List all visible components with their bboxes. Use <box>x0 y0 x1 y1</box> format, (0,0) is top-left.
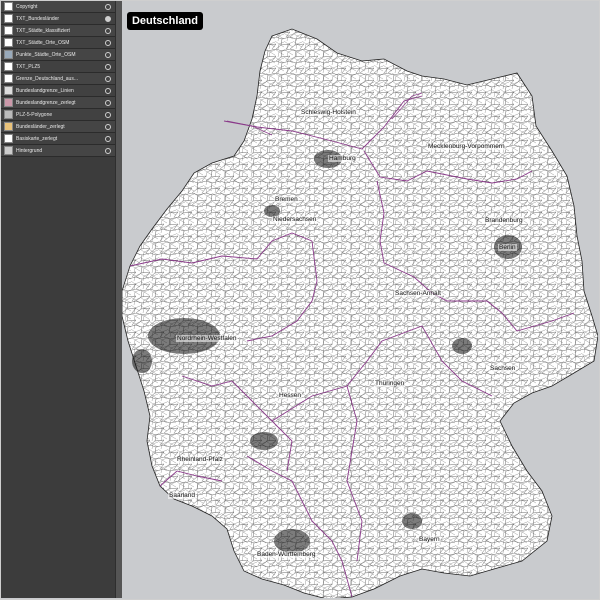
layer-thumbnail <box>4 122 13 131</box>
layer-thumbnail <box>4 62 13 71</box>
state-label-nordrhein-westfalen: Nordrhein-Westfalen <box>176 335 238 342</box>
state-label-thueringen: Thüringen <box>374 380 406 387</box>
state-label-mecklenburg-vorpommern: Mecklenburg-Vorpommern <box>427 143 506 150</box>
layer-thumbnail <box>4 134 13 143</box>
layer-name: Bundeslandgrenze_zerlegt <box>16 99 76 106</box>
state-label-saarland: Saarland <box>168 492 197 499</box>
layer-thumbnail <box>4 110 13 119</box>
layer-row-grenze-deutschland[interactable]: Grenze_Deutschland_aus... <box>1 73 115 85</box>
state-label-baden-wuerttemberg: Baden-Württemberg <box>256 551 317 558</box>
layer-thumbnail <box>4 26 13 35</box>
layer-row-punkte-staedte[interactable]: Punkte_Städte_Orte_OSM <box>1 49 115 61</box>
state-label-niedersachsen: Niedersachsen <box>272 216 318 223</box>
visibility-toggle-icon[interactable] <box>105 27 111 34</box>
layer-name: Grenze_Deutschland_aus... <box>16 75 78 82</box>
layer-row-bundeslaender-zerlegt[interactable]: Bundesländer_zerlegt <box>1 121 115 133</box>
visibility-toggle-icon[interactable] <box>105 15 111 22</box>
map-canvas[interactable]: Schleswig-Holstein Hamburg Mecklenburg-V… <box>122 1 598 598</box>
visibility-toggle-icon[interactable] <box>105 75 111 82</box>
layer-thumbnail <box>4 146 13 155</box>
layers-panel: Copyright TXT_Bundesländer TXT_Städte_kl… <box>1 1 116 598</box>
layer-name: Hintergrund <box>16 147 43 154</box>
layer-row-basiskarte-zerlegt[interactable]: Basiskarte_zerlegt <box>1 133 115 145</box>
visibility-toggle-icon[interactable] <box>105 111 111 118</box>
layer-name: Copyright <box>16 3 38 10</box>
visibility-toggle-icon[interactable] <box>105 51 111 58</box>
state-label-rheinland-pfalz: Rheinland-Pfalz <box>176 456 224 463</box>
layers-panel-scrollbar[interactable] <box>115 1 122 598</box>
layer-row-copyright[interactable]: Copyright <box>1 1 115 13</box>
layer-thumbnail <box>4 50 13 59</box>
state-label-sachsen: Sachsen <box>489 365 517 372</box>
visibility-toggle-icon[interactable] <box>105 135 111 142</box>
layer-row-bundeslandgrenze-zerlegt[interactable]: Bundeslandgrenze_zerlegt <box>1 97 115 109</box>
visibility-toggle-icon[interactable] <box>105 123 111 130</box>
layer-name: TXT_Städte_Orte_OSM <box>16 39 70 46</box>
layer-thumbnail <box>4 74 13 83</box>
state-label-bremen: Bremen <box>274 196 299 203</box>
layer-row-txt-staedte-orte-osm[interactable]: TXT_Städte_Orte_OSM <box>1 37 115 49</box>
layer-thumbnail <box>4 86 13 95</box>
layer-row-txt-plz5[interactable]: TXT_PLZ5 <box>1 61 115 73</box>
state-label-hamburg: Hamburg <box>328 155 357 162</box>
visibility-toggle-icon[interactable] <box>105 99 111 106</box>
state-label-sachsen-anhalt: Sachsen-Anhalt <box>394 290 442 297</box>
layer-name: TXT_Bundesländer <box>16 15 60 22</box>
state-label-bayern: Bayern <box>418 536 441 543</box>
visibility-toggle-icon[interactable] <box>105 147 111 154</box>
state-label-schleswig-holstein: Schleswig-Holstein <box>300 109 357 116</box>
layer-name: TXT_PLZ5 <box>16 63 41 70</box>
layer-name: Punkte_Städte_Orte_OSM <box>16 51 76 58</box>
state-label-berlin: Berlin <box>498 244 517 251</box>
layer-row-txt-staedte-klassifiziert[interactable]: TXT_Städte_klassifiziert <box>1 25 115 37</box>
layer-row-txt-bundeslaender[interactable]: TXT_Bundesländer <box>1 13 115 25</box>
layer-thumbnail <box>4 14 13 23</box>
visibility-toggle-icon[interactable] <box>105 63 111 70</box>
visibility-toggle-icon[interactable] <box>105 87 111 94</box>
layer-name: Bundesländer_zerlegt <box>16 123 65 130</box>
visibility-toggle-icon[interactable] <box>105 3 111 10</box>
germany-map <box>122 28 598 598</box>
layer-name: TXT_Städte_klassifiziert <box>16 27 70 34</box>
layer-thumbnail <box>4 38 13 47</box>
state-label-brandenburg: Brandenburg <box>484 217 524 224</box>
state-label-hessen: Hessen <box>278 392 303 399</box>
layer-thumbnail <box>4 2 13 11</box>
postcode-polygons <box>122 29 598 598</box>
layer-row-bundeslandgrenze-linien[interactable]: Bundeslandgrenze_Linien <box>1 85 115 97</box>
layer-name: PLZ-5-Polygone <box>16 111 53 118</box>
map-title: Deutschland <box>127 12 203 30</box>
layer-row-plz-5-polygone[interactable]: PLZ-5-Polygone <box>1 109 115 121</box>
layer-row-hintergrund[interactable]: Hintergrund <box>1 145 115 157</box>
layer-name: Basiskarte_zerlegt <box>16 135 58 142</box>
visibility-toggle-icon[interactable] <box>105 39 111 46</box>
layer-thumbnail <box>4 98 13 107</box>
layer-name: Bundeslandgrenze_Linien <box>16 87 74 94</box>
